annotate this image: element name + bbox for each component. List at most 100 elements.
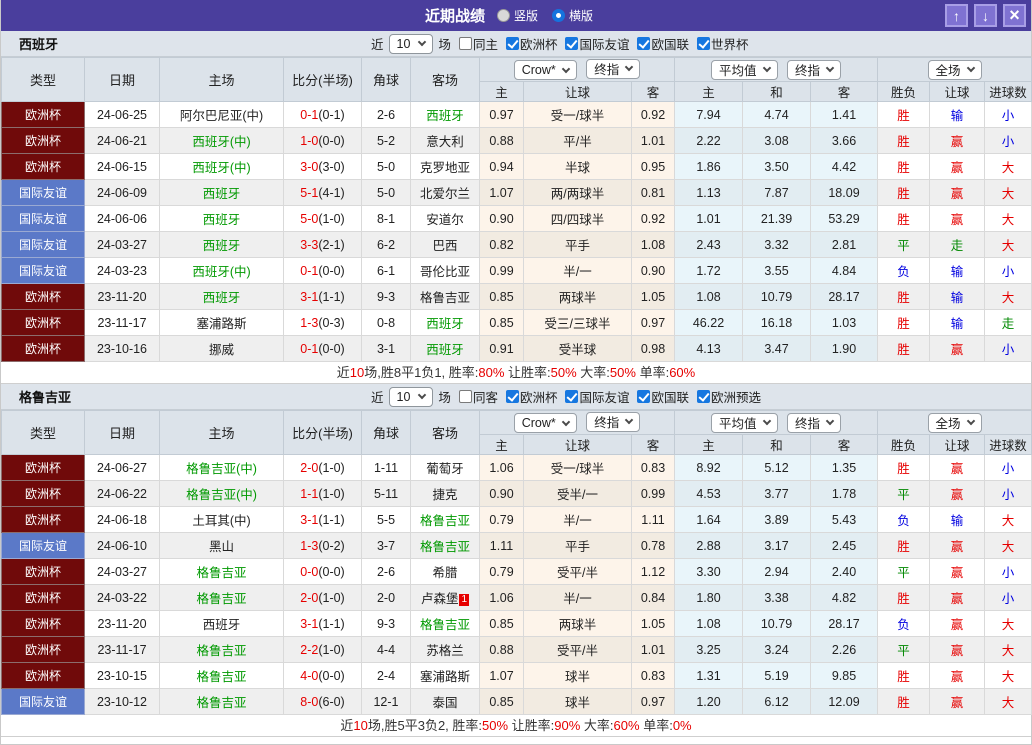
avg-home-odds: 4.53 [675,481,743,507]
team-name: 西班牙 [19,34,58,53]
competition-checkbox[interactable] [637,37,650,50]
avg-draw-odds: 2.94 [743,559,811,585]
competition-checkbox[interactable] [565,390,578,403]
fulltime-score: 2-2 [300,643,318,657]
competition-label: 世界杯 [711,34,749,53]
competition-checkbox[interactable] [697,390,710,403]
section-summary: 近10场,胜5平3负2, 胜率:50% 让胜率:90% 大率:60% 单率:0% [1,715,1031,737]
crow-home-odds: 0.79 [480,507,524,533]
match-type-badge: 欧洲杯 [2,154,85,180]
same-venue-checkbox[interactable] [459,37,472,50]
result-goals: 大 [985,180,1032,206]
score-cell: 1-3(0-3) [284,310,362,336]
layout-radio-option[interactable]: 竖版 [497,7,538,24]
avg-away-odds: 12.09 [811,689,878,715]
result-outcome: 胜 [878,689,930,715]
score-cell: 8-0(6-0) [284,689,362,715]
summary-text: 10 [350,365,364,380]
home-team: 西班牙 [160,232,284,258]
crow-away-odds: 0.84 [632,585,675,611]
avg-home-odds: 1.13 [675,180,743,206]
crow-home-odds: 0.82 [480,232,524,258]
home-team: 格鲁吉亚(中) [160,455,284,481]
match-row: 欧洲杯24-03-22格鲁吉亚2-0(1-0)2-0卢森堡11.06半/一0.8… [2,585,1032,611]
period-select[interactable]: 全场 [928,60,982,80]
match-type-badge: 国际友谊 [2,258,85,284]
crow-home-odds: 0.88 [480,637,524,663]
handicap-line: 平手 [524,533,632,559]
halftime-score: (1-0) [318,212,344,226]
match-date: 24-06-27 [85,455,160,481]
home-team: 西班牙 [160,611,284,637]
away-team: 格鲁吉亚 [411,284,480,310]
col-corners: 角球 [362,411,411,455]
crow-home-odds: 0.85 [480,310,524,336]
away-team: 希腊 [411,559,480,585]
bookmaker-select[interactable]: Crow* [514,413,577,433]
match-date: 24-06-06 [85,206,160,232]
odds-stage-select[interactable]: 终指 [586,412,640,432]
away-team: 葡萄牙 [411,455,480,481]
competition-checkbox[interactable] [506,37,519,50]
competition-checkbox[interactable] [637,390,650,403]
result-outcome: 胜 [878,455,930,481]
competition-checkbox[interactable] [697,37,710,50]
same-venue-checkbox[interactable] [459,390,472,403]
result-outcome: 胜 [878,102,930,128]
match-date: 23-10-16 [85,336,160,362]
move-up-button[interactable]: ↑ [945,4,968,27]
crow-away-odds: 1.05 [632,284,675,310]
avg-draw-odds: 3.50 [743,154,811,180]
match-type-badge: 欧洲杯 [2,455,85,481]
away-team: 塞浦路斯 [411,663,480,689]
result-handicap: 输 [930,284,985,310]
recent-count-select[interactable]: 10 [389,34,434,54]
competition-checkbox[interactable] [565,37,578,50]
fulltime-score: 4-0 [300,669,318,683]
corners-cell: 2-6 [362,102,411,128]
corners-cell: 2-4 [362,663,411,689]
crow-away-odds: 1.11 [632,507,675,533]
recent-results-panel: 近期战绩 竖版横版 ↑ ↓ × 西班牙 近10场同主欧洲杯国际友谊欧国联世界杯 … [0,0,1032,745]
move-down-button[interactable]: ↓ [974,4,997,27]
result-goals: 大 [985,663,1032,689]
average-stage-select[interactable]: 终指 [787,413,841,433]
crow-away-odds: 0.83 [632,455,675,481]
score-cell: 0-0(0-0) [284,559,362,585]
score-cell: 3-0(3-0) [284,154,362,180]
result-handicap: 输 [930,258,985,284]
layout-radio-selected[interactable]: 横版 [552,7,593,24]
chevron-down-icon [562,418,570,426]
home-team: 西班牙(中) [160,258,284,284]
match-row: 国际友谊24-06-10黑山1-3(0-2)3-7格鲁吉亚1.11平手0.782… [2,533,1032,559]
crow-away-odds: 0.90 [632,258,675,284]
subcol-crow-home: 主 [480,82,524,102]
bookmaker-select[interactable]: Crow* [514,60,577,80]
average-stage-select[interactable]: 终指 [787,60,841,80]
close-icon[interactable]: × [1003,4,1026,27]
col-away: 客场 [411,411,480,455]
avg-away-odds: 1.90 [811,336,878,362]
average-select[interactable]: 平均值 [711,413,778,433]
recent-count-select[interactable]: 10 [389,387,434,407]
fulltime-score: 2-0 [300,591,318,605]
result-outcome: 平 [878,559,930,585]
odds-stage-select[interactable]: 终指 [586,59,640,79]
col-away: 客场 [411,58,480,102]
summary-text: 让胜率: [504,365,550,380]
chevron-down-icon [826,64,834,72]
avg-draw-odds: 3.08 [743,128,811,154]
competition-checkbox[interactable] [506,390,519,403]
halftime-score: (6-0) [318,695,344,709]
corners-cell: 1-11 [362,455,411,481]
result-goals: 大 [985,637,1032,663]
match-row: 欧洲杯24-06-21西班牙(中)1-0(0-0)5-2意大利0.88平/半1.… [2,128,1032,154]
summary-text: 80% [478,365,504,380]
summary-text: 50% [551,365,577,380]
period-select[interactable]: 全场 [928,413,982,433]
result-handicap: 赢 [930,663,985,689]
average-select[interactable]: 平均值 [711,60,778,80]
corners-cell: 0-8 [362,310,411,336]
chevron-down-icon [762,417,770,425]
match-row: 国际友谊23-10-12格鲁吉亚8-0(6-0)12-1泰国0.85球半0.97… [2,689,1032,715]
